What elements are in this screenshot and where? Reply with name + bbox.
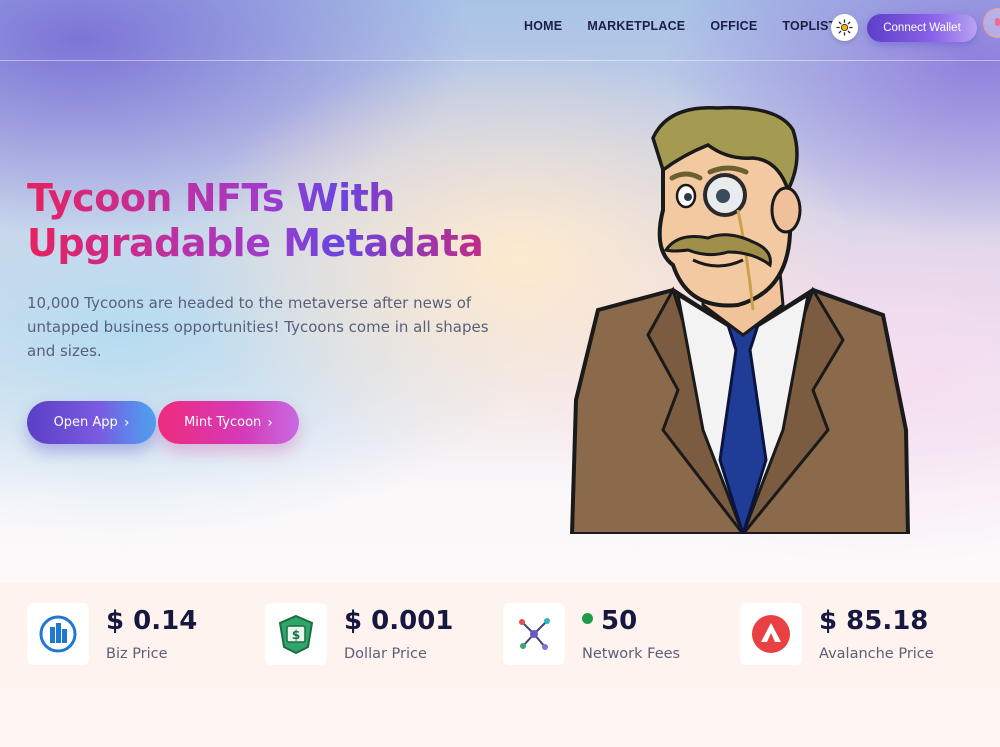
biz-price-value: $ 0.14 (106, 606, 198, 636)
nav-marketplace[interactable]: MARKETPLACE (587, 19, 685, 33)
connect-wallet-button[interactable]: Connect Wallet (867, 14, 977, 42)
nav-toplist[interactable]: TOPLIST (782, 19, 836, 33)
theme-toggle-button[interactable] (831, 14, 858, 41)
open-app-button[interactable]: Open App › (27, 401, 156, 444)
status-dot (582, 613, 593, 624)
hero-title-line2: Upgradable Metadata (27, 221, 484, 265)
avalanche-price-value: $ 85.18 (819, 606, 929, 636)
hero-title: Tycoon NFTs With Upgradable Metadata (27, 176, 547, 266)
svg-text:$: $ (292, 628, 300, 642)
dollar-price-value: $ 0.001 (344, 606, 454, 636)
hero-description: 10,000 Tycoons are headed to the metaver… (27, 294, 489, 360)
nav-home[interactable]: HOME (524, 19, 562, 33)
stats-bar: $ 0.14 Biz Price $ $ 0.001 Dollar Price (0, 582, 1000, 688)
nav-office[interactable]: OFFICE (710, 19, 757, 33)
building-icon (27, 603, 89, 665)
stat-biz-price: $ 0.14 Biz Price (27, 603, 227, 667)
nav-divider (0, 60, 1000, 61)
dollar-bill-icon: $ (265, 603, 327, 665)
top-nav: HOME MARKETPLACE OFFICE TOPLIST (524, 19, 861, 33)
avalanche-logo-icon (740, 603, 802, 665)
mint-tycoon-button[interactable]: Mint Tycoon › (158, 401, 299, 444)
network-fees-number: 50 (601, 606, 638, 636)
dollar-price-label: Dollar Price (344, 646, 427, 662)
network-nodes-icon (503, 603, 565, 665)
avalanche-price-label: Avalanche Price (819, 646, 934, 662)
network-fees-value: 50 (582, 606, 637, 636)
tycoon-character-illustration (569, 105, 911, 534)
sun-icon (836, 19, 853, 36)
stat-avalanche-price: $ 85.18 Avalanche Price (740, 603, 970, 667)
mint-tycoon-label: Mint Tycoon (184, 415, 262, 430)
biz-price-label: Biz Price (106, 646, 168, 662)
network-fees-label: Network Fees (582, 646, 681, 662)
stat-dollar-price: $ $ 0.001 Dollar Price (265, 603, 475, 667)
menu-dot (995, 18, 1000, 26)
hero-title-line1: Tycoon NFTs With (27, 176, 395, 220)
open-app-label: Open App (53, 415, 118, 430)
chevron-right-icon: › (267, 414, 273, 431)
stat-network-fees: 50 Network Fees (503, 603, 713, 667)
chevron-right-icon: › (123, 414, 130, 431)
